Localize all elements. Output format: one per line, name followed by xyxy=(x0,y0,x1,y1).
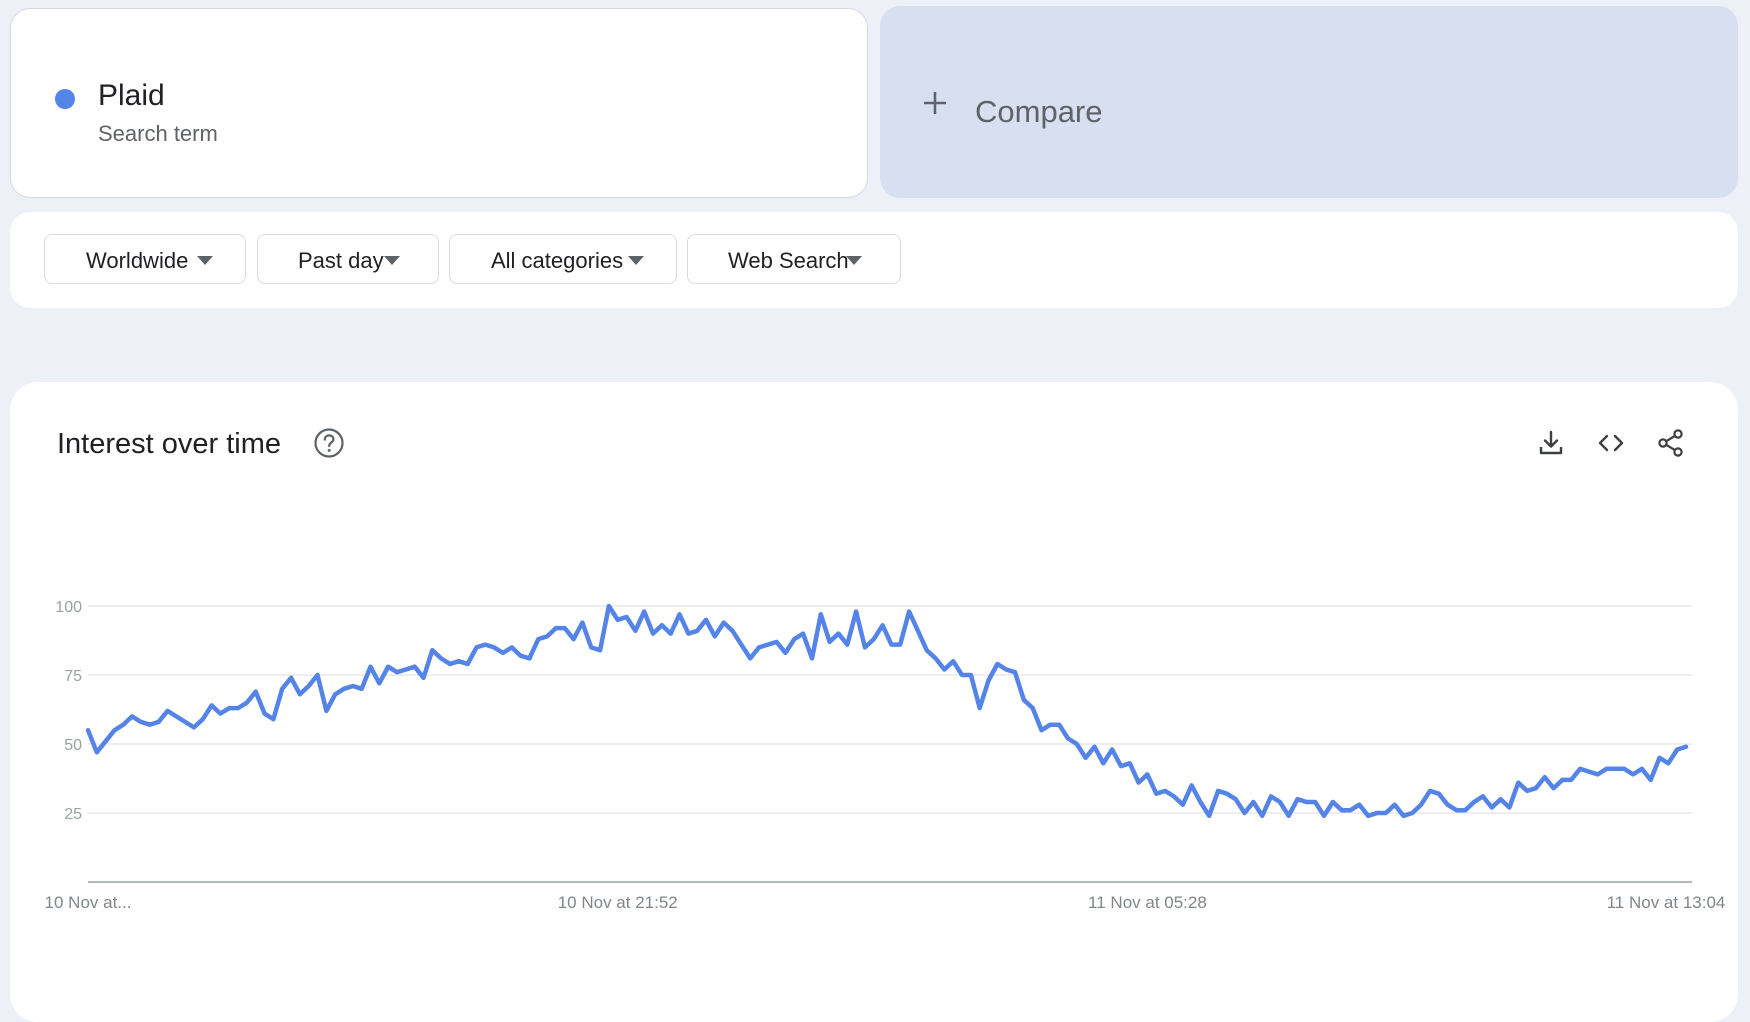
filter-label: All categories xyxy=(491,248,624,273)
filter-label: Web Search xyxy=(728,248,849,273)
x-tick-label: 11 Nov at 05:28 xyxy=(1088,893,1207,912)
filter-label: Past day xyxy=(298,248,384,273)
compare-button[interactable]: Compare xyxy=(880,6,1738,198)
compare-label: Compare xyxy=(975,94,1103,129)
search-term-card[interactable]: Plaid Search term xyxy=(10,8,868,198)
y-tick-label: 25 xyxy=(64,806,82,823)
y-tick-label: 50 xyxy=(64,737,82,754)
search-type-filter-dropdown[interactable]: Web Search xyxy=(687,234,901,284)
caret-down-icon xyxy=(197,256,213,265)
location-filter-dropdown[interactable]: Worldwide xyxy=(44,234,246,284)
interest-line-chart: 25 50 75 100 10 Nov at... 10 Nov at 21:52 11 N… xyxy=(45,599,1726,912)
x-tick-label: 10 Nov at... xyxy=(45,893,132,912)
caret-down-icon xyxy=(628,256,644,265)
term-color-dot xyxy=(55,89,75,109)
caret-down-icon xyxy=(846,256,862,265)
filter-label: Worldwide xyxy=(86,248,189,273)
y-tick-label: 100 xyxy=(55,599,82,616)
x-tick-label: 11 Nov at 13:04 xyxy=(1607,893,1726,912)
time-range-filter-dropdown[interactable]: Past day xyxy=(257,234,439,284)
x-tick-label: 10 Nov at 21:52 xyxy=(558,893,678,912)
caret-down-icon xyxy=(384,256,400,265)
y-tick-label: 75 xyxy=(64,668,82,685)
category-filter-dropdown[interactable]: All categories xyxy=(449,234,677,284)
series-line-plaid xyxy=(85,603,1689,819)
filter-bar: Worldwide Past day All categories Web Se… xyxy=(10,212,1738,308)
interest-over-time-card: Interest over time 25 50 75 100 10 Nov at...… xyxy=(10,382,1738,1022)
search-term-name: Plaid xyxy=(98,79,165,112)
search-term-type: Search term xyxy=(98,121,218,146)
plus-icon xyxy=(924,92,946,114)
